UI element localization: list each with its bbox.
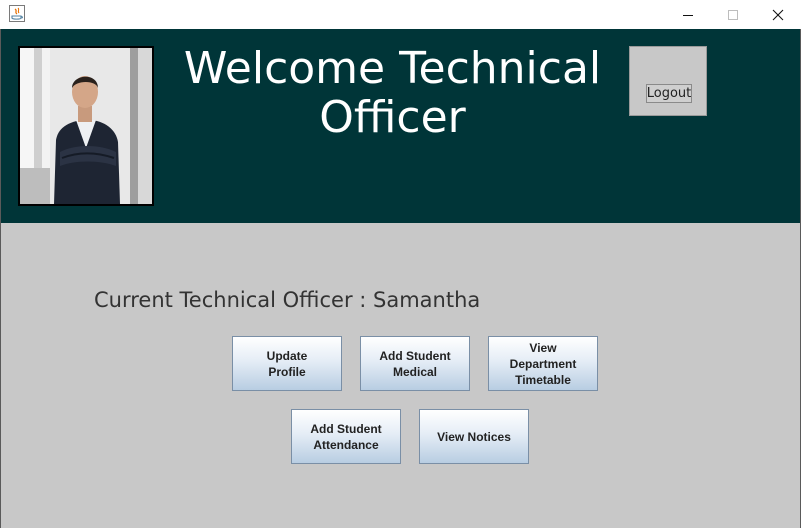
- minimize-button[interactable]: [665, 0, 711, 29]
- maximize-icon: [728, 9, 738, 20]
- maximize-button[interactable]: [710, 0, 756, 29]
- window-frame: [0, 29, 801, 528]
- minimize-icon: [683, 14, 693, 16]
- window-titlebar: [0, 0, 803, 29]
- java-app-icon: [9, 5, 25, 22]
- close-icon: [772, 9, 784, 20]
- close-button[interactable]: [755, 0, 801, 29]
